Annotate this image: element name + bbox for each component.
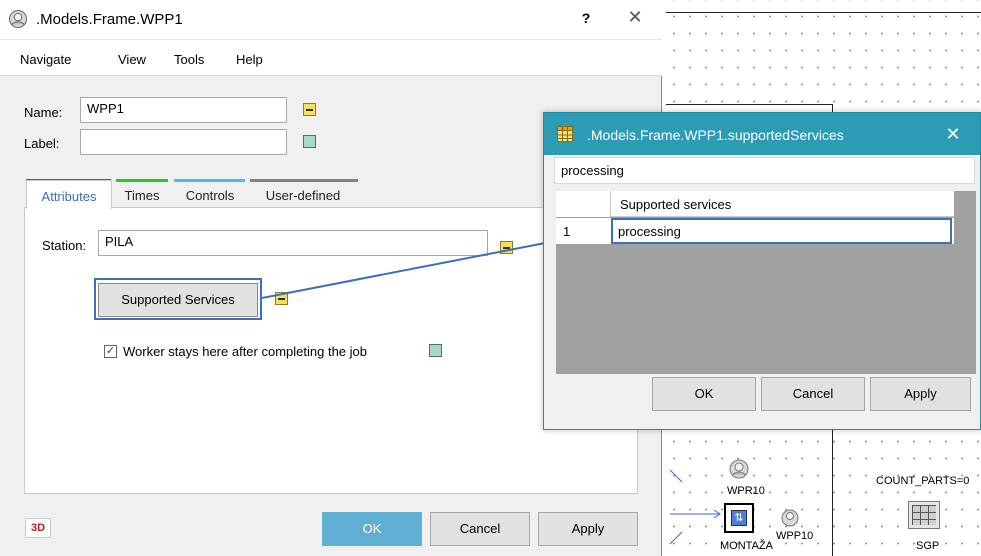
- menu-navigate[interactable]: Navigate: [20, 52, 71, 67]
- ok-button[interactable]: OK: [652, 377, 756, 411]
- inheritance-toggle-icon[interactable]: [429, 344, 442, 357]
- wpp10-label: WPP10: [776, 530, 814, 542]
- menu-tools[interactable]: Tools: [174, 52, 204, 67]
- row-number-header[interactable]: [556, 191, 611, 217]
- apply-button[interactable]: Apply: [870, 377, 971, 411]
- sgp-label: SGP: [916, 540, 940, 552]
- table-cell[interactable]: processing: [611, 218, 952, 244]
- cancel-button[interactable]: Cancel: [761, 377, 865, 411]
- name-label: Name:: [24, 105, 63, 120]
- inheritance-toggle-icon[interactable]: [303, 103, 316, 116]
- canvas-frame-line: [666, 104, 832, 105]
- label-field[interactable]: [80, 129, 287, 155]
- annotation-highlight-box: [94, 278, 262, 320]
- menu-help[interactable]: Help: [236, 52, 263, 67]
- canvas-frame-line: [832, 429, 833, 556]
- help-button[interactable]: ?: [576, 10, 596, 26]
- wpr10-label: WPR10: [727, 485, 765, 497]
- dialog-title: .Models.Frame.WPP1: [36, 11, 183, 28]
- row-number: 1: [563, 224, 571, 239]
- dialog-titlebar[interactable]: .Models.Frame.WPP1 ? ✕: [0, 0, 662, 40]
- worker-stays-label: Worker stays here after completing the j…: [123, 344, 367, 359]
- ok-button[interactable]: OK: [322, 512, 422, 546]
- menu-view[interactable]: View: [118, 52, 146, 67]
- tab-attributes[interactable]: Attributes: [26, 180, 112, 209]
- tab-times[interactable]: Times: [116, 180, 168, 208]
- supported-services-dialog: .Models.Frame.WPP1.supportedServices ✕ p…: [543, 112, 981, 430]
- station-field[interactable]: PILA: [98, 230, 488, 256]
- close-icon[interactable]: ✕: [942, 124, 964, 145]
- scrollbar[interactable]: [954, 191, 976, 374]
- inheritance-toggle-icon[interactable]: [500, 241, 513, 254]
- close-icon[interactable]: ✕: [624, 7, 646, 28]
- services-input[interactable]: processing: [554, 157, 975, 184]
- name-field[interactable]: WPP1: [80, 97, 287, 123]
- dialog-title: .Models.Frame.WPP1.supportedServices: [587, 127, 844, 143]
- tab-user-defined[interactable]: User-defined: [250, 180, 356, 208]
- sgp-icon[interactable]: [908, 501, 940, 529]
- dialog-titlebar[interactable]: .Models.Frame.WPP1.supportedServices ✕: [544, 113, 980, 155]
- inheritance-toggle-icon[interactable]: [303, 135, 316, 148]
- canvas-connectors: [669, 469, 721, 545]
- cancel-button[interactable]: Cancel: [430, 512, 530, 546]
- menu-bar: Navigate View Tools Help: [0, 40, 662, 76]
- table-icon: [557, 126, 573, 142]
- worker-pool-icon: [9, 10, 27, 28]
- worker-stays-checkbox[interactable]: ✓: [104, 345, 117, 358]
- inheritance-toggle-icon[interactable]: [275, 292, 288, 305]
- services-table: Supported services 1 processing: [556, 191, 976, 374]
- worker-pool-icon[interactable]: [780, 508, 800, 528]
- tab-controls[interactable]: Controls: [174, 180, 246, 208]
- count-parts-label: COUNT_PARTS=0: [876, 475, 970, 487]
- canvas-frame-line: [666, 12, 981, 13]
- column-header[interactable]: Supported services: [620, 197, 731, 212]
- 3d-button[interactable]: 3D: [25, 518, 51, 538]
- label-label: Label:: [24, 136, 60, 151]
- table-header: Supported services: [556, 191, 954, 217]
- station-label: Station:: [42, 238, 87, 253]
- table-row[interactable]: 1 processing: [556, 218, 954, 244]
- apply-button[interactable]: Apply: [538, 512, 638, 546]
